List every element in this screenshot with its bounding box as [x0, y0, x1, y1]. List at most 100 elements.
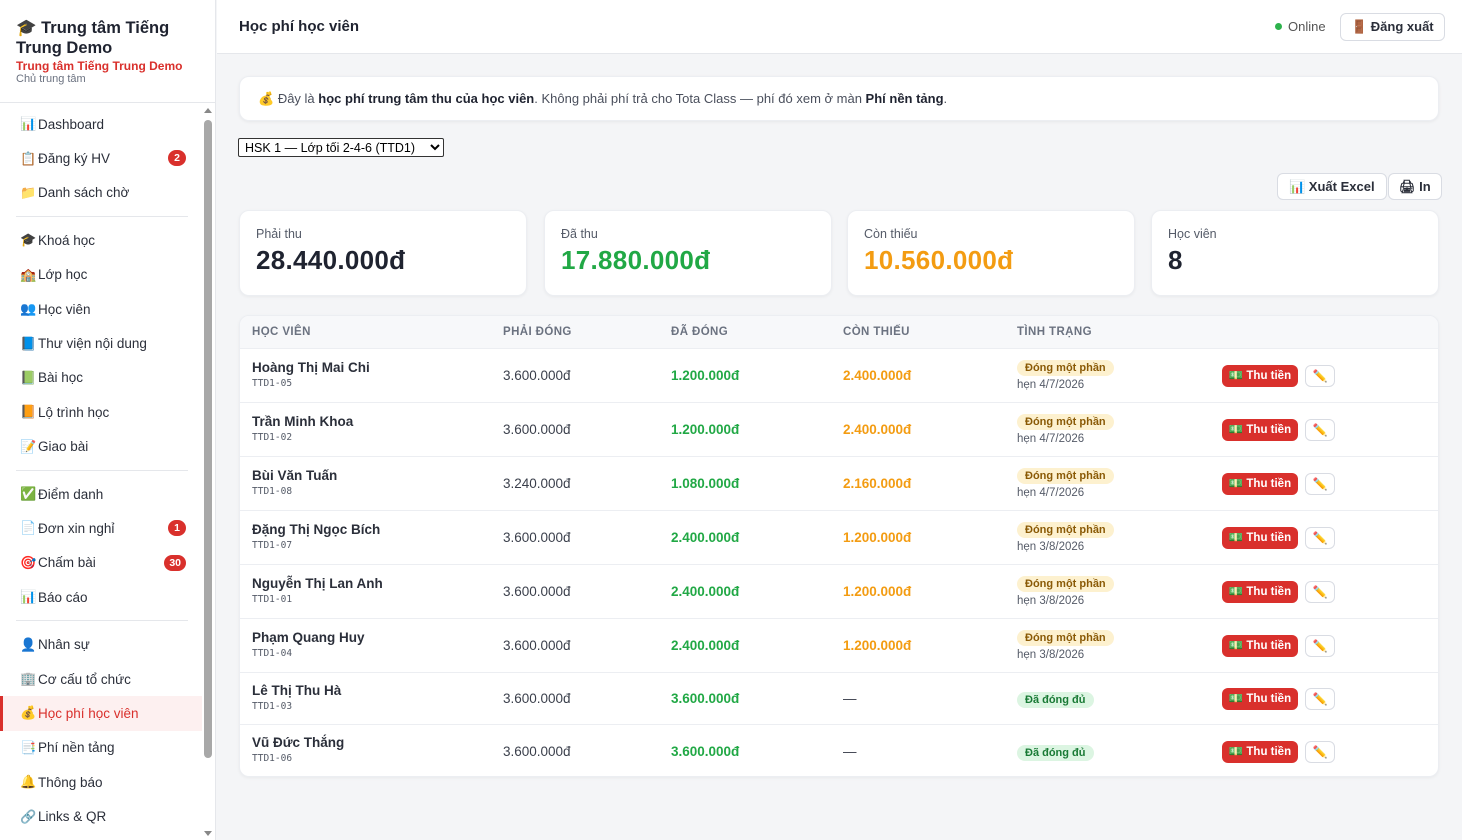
student-name: Trần Minh Khoa	[252, 414, 354, 429]
sidebar-item[interactable]: 📘 Thư viện nội dung	[0, 326, 202, 360]
sidebar-item[interactable]: 💰 Học phí học viên	[0, 696, 202, 732]
sidebar-scrollbar[interactable]	[203, 106, 213, 836]
brand-role: Chủ trung tâm	[16, 73, 86, 85]
status-cell: Đóng một phần hẹn 3/8/2026	[1017, 521, 1114, 553]
sidebar-item-label: Danh sách chờ	[38, 185, 130, 201]
sidebar-item[interactable]: 🏢 Cơ cấu tổ chức	[0, 662, 202, 696]
collect-payment-button[interactable]: 💵 Thu tiền	[1222, 741, 1298, 763]
sidebar-item[interactable]: 📁 Danh sách chờ	[0, 176, 202, 210]
nav-divider	[16, 469, 188, 471]
sidebar-item[interactable]: 🏫 Lớp học	[0, 258, 202, 292]
sidebar-item[interactable]: 📄 Đơn xin nghỉ 1	[0, 511, 202, 545]
print-button[interactable]: 🖨 In	[1388, 173, 1442, 200]
sidebar-item[interactable]: 🎯 Chấm bài 30	[0, 546, 202, 580]
student-cell: Lê Thị Thu Hà TTD1-03	[252, 683, 341, 712]
student-code: TTD1-04	[252, 648, 293, 659]
amount-owed: 1.200.000đ	[843, 530, 912, 545]
sidebar-item[interactable]: 🎓 Khoá học	[0, 223, 202, 257]
sidebar-item[interactable]: 👥 Học viên	[0, 292, 202, 326]
notice-bold-2: Phí nền tảng	[865, 91, 944, 106]
sidebar-item-label: Học viên	[38, 301, 91, 317]
table-header: HỌC VIÊN PHẢI ĐÓNG ĐÃ ĐÓNG CÒN THIẾU TÌNH TR…	[240, 316, 1438, 349]
sidebar-item[interactable]: 🔔 Thông báo	[0, 765, 202, 799]
amount-paid: 3.600.000đ	[671, 691, 740, 706]
sidebar-item[interactable]: 📋 Đăng ký HV 2	[0, 141, 202, 175]
sidebar-item[interactable]: ✅ Điểm danh	[0, 477, 202, 511]
due-date: hẹn 4/7/2026	[1017, 487, 1085, 499]
scroll-thumb[interactable]	[204, 120, 212, 758]
sidebar-item[interactable]: 📝 Giao bài	[0, 430, 202, 464]
export-excel-button[interactable]: 📊 Xuất Excel	[1277, 173, 1387, 200]
sidebar-item[interactable]: 📙 Lộ trình học	[0, 395, 202, 429]
edit-icon[interactable]: ✏️	[1305, 419, 1335, 441]
amount-due: 3.600.000đ	[503, 368, 571, 383]
edit-icon[interactable]: ✏️	[1305, 688, 1335, 710]
student-name: Phạm Quang Huy	[252, 630, 365, 645]
stat-card: Đã thu 17.880.000đ	[544, 210, 832, 296]
amount-due: 3.600.000đ	[503, 530, 571, 545]
edit-icon[interactable]: ✏️	[1305, 527, 1335, 549]
amount-paid: 1.080.000đ	[671, 476, 740, 491]
online-status-label: Online	[1288, 19, 1326, 34]
sidebar-item-icon: 💰	[20, 705, 37, 721]
class-select[interactable]: HSK 1 — Lớp tối 2-4-6 (TTD1)	[238, 138, 444, 157]
scroll-down-arrow-icon[interactable]	[204, 831, 212, 836]
logout-button[interactable]: 🚪 Đăng xuất	[1340, 13, 1445, 41]
amount-owed: 2.400.000đ	[843, 422, 912, 437]
student-name: Lê Thị Thu Hà	[252, 683, 342, 698]
notice-text-2: . Không phải phí trả cho Tota Class — ph…	[534, 91, 866, 106]
amount-due: 3.600.000đ	[503, 744, 571, 759]
sidebar-item-label: Cơ cấu tổ chức	[38, 671, 131, 687]
collect-payment-button[interactable]: 💵 Thu tiền	[1222, 527, 1298, 549]
scroll-up-arrow-icon[interactable]	[204, 108, 212, 113]
student-code: TTD1-03	[252, 701, 293, 712]
sidebar-item-icon: 📄	[20, 520, 37, 536]
student-name: Bùi Văn Tuấn	[252, 468, 338, 483]
sidebar-item[interactable]: 📊 Báo cáo	[0, 580, 202, 614]
student-code: TTD1-06	[252, 753, 293, 764]
sidebar-item-icon: 📝	[20, 438, 37, 454]
notice-bold-1: học phí trung tâm thu của học viên	[318, 91, 535, 106]
topbar: Học phí học viên Online 🚪 Đăng xuất	[217, 0, 1462, 54]
collect-payment-button[interactable]: 💵 Thu tiền	[1222, 365, 1298, 387]
table-row: Lê Thị Thu Hà TTD1-03 3.600.000đ 3.600.000đ…	[240, 673, 1438, 725]
sidebar-item-icon: 📊	[20, 116, 37, 132]
due-date: hẹn 3/8/2026	[1017, 541, 1085, 553]
student-cell: Trần Minh Khoa TTD1-02	[252, 414, 353, 443]
sidebar-item[interactable]: 📑 Phí nền tảng	[0, 731, 202, 765]
amount-due: 3.240.000đ	[503, 476, 571, 491]
collect-payment-button[interactable]: 💵 Thu tiền	[1222, 688, 1298, 710]
column-header: HỌC VIÊN	[252, 326, 311, 338]
brand-subtitle: Trung tâm Tiếng Trung Demo	[16, 59, 183, 73]
sidebar-item[interactable]: 📊 Dashboard	[0, 107, 202, 141]
status-badge: Đóng một phần	[1017, 630, 1114, 646]
nav-divider	[16, 620, 188, 622]
collect-payment-button[interactable]: 💵 Thu tiền	[1222, 635, 1298, 657]
status-dot-icon	[1275, 23, 1282, 30]
stat-card: Phải thu 28.440.000đ	[239, 210, 527, 296]
sidebar-item[interactable]: 👤 Nhân sự	[0, 627, 202, 661]
status-cell: Đã đóng đủ	[1017, 691, 1094, 708]
sidebar-item[interactable]: 📗 Bài học	[0, 361, 202, 395]
column-header: ĐÃ ĐÓNG	[671, 326, 729, 338]
student-cell: Hoàng Thị Mai Chi TTD1-05	[252, 360, 370, 389]
collect-payment-button[interactable]: 💵 Thu tiền	[1222, 419, 1298, 441]
collect-payment-button[interactable]: 💵 Thu tiền	[1222, 581, 1298, 603]
notice-text-1: Đây là	[277, 91, 319, 106]
status-cell: Đóng một phần hẹn 3/8/2026	[1017, 575, 1114, 607]
due-date: hẹn 3/8/2026	[1017, 595, 1085, 607]
amount-owed: 2.160.000đ	[843, 476, 912, 491]
edit-icon[interactable]: ✏️	[1305, 581, 1335, 603]
edit-icon[interactable]: ✏️	[1305, 473, 1335, 495]
sidebar-item-icon: 📑	[20, 739, 37, 755]
edit-icon[interactable]: ✏️	[1305, 635, 1335, 657]
collect-payment-button[interactable]: 💵 Thu tiền	[1222, 473, 1298, 495]
fee-table: HỌC VIÊN PHẢI ĐÓNG ĐÃ ĐÓNG CÒN THIẾU TÌNH TR…	[239, 315, 1439, 777]
status-badge: Đã đóng đủ	[1017, 692, 1094, 708]
student-name: Vũ Đức Thắng	[252, 735, 345, 750]
column-header: CÒN THIẾU	[843, 326, 910, 338]
sidebar-item[interactable]: 🔗 Links & QR	[0, 799, 202, 833]
edit-icon[interactable]: ✏️	[1305, 365, 1335, 387]
sidebar-item-icon: 👥	[20, 301, 37, 317]
edit-icon[interactable]: ✏️	[1305, 741, 1335, 763]
